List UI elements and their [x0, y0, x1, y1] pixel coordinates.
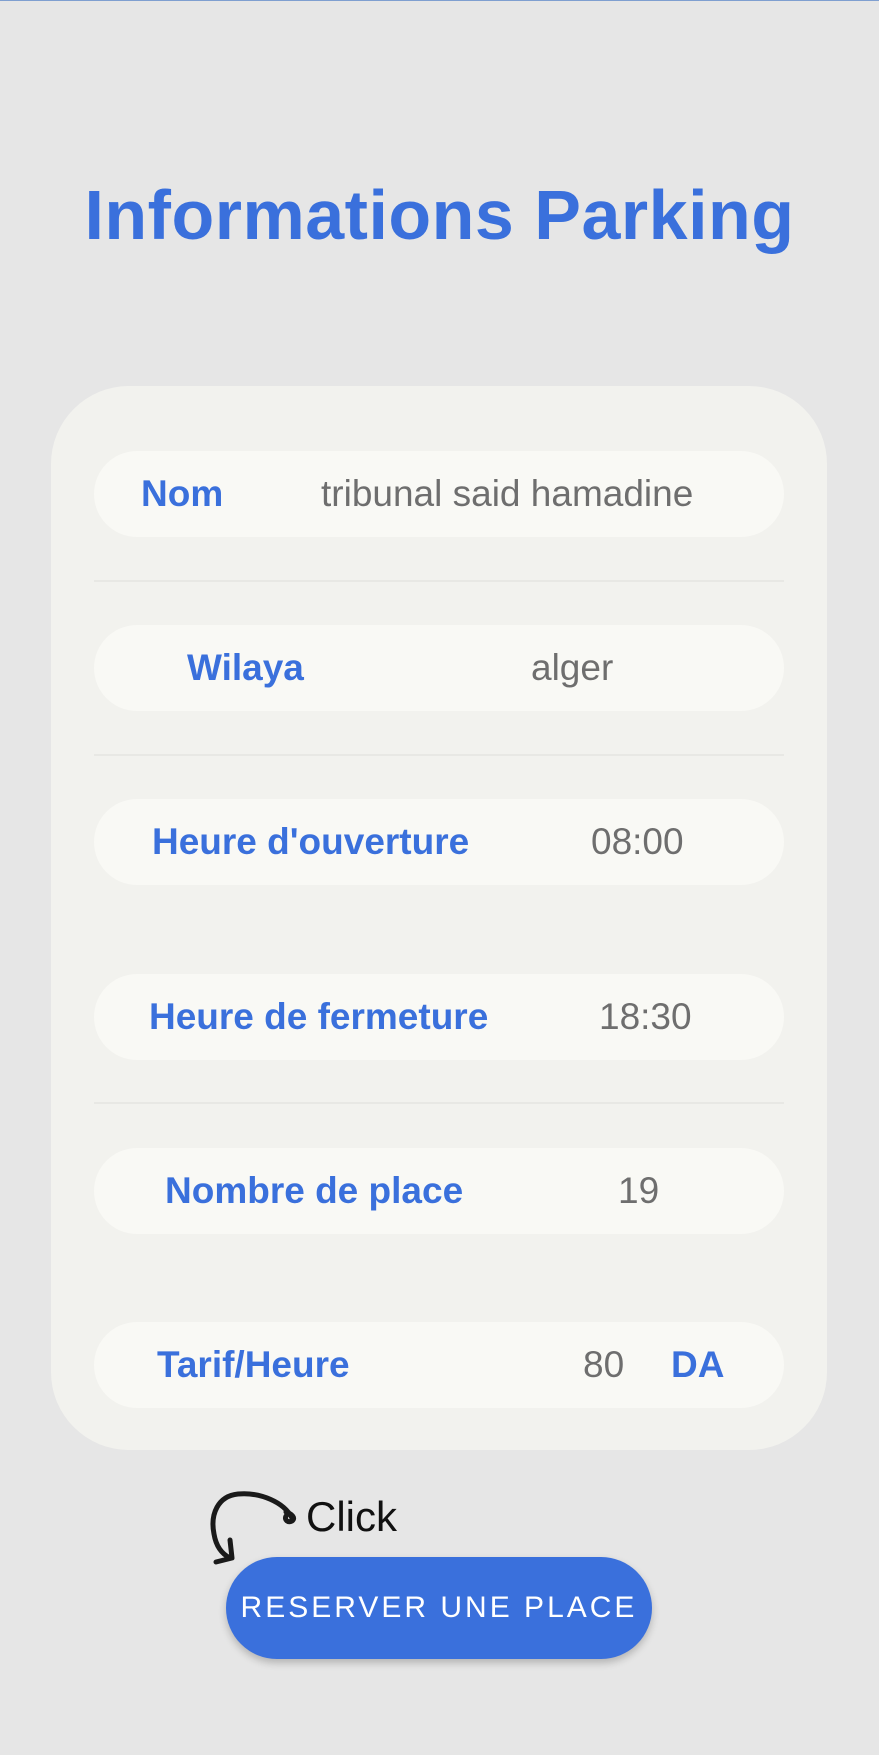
info-row-nom: Nom tribunal said hamadine	[94, 451, 784, 537]
divider	[94, 1102, 784, 1104]
heure-ouverture-value: 08:00	[591, 821, 684, 862]
curved-arrow-icon	[210, 1491, 297, 1565]
page-title: Informations Parking	[84, 176, 795, 254]
nombre-place-value: 19	[618, 1170, 660, 1211]
top-border	[0, 0, 879, 1]
heure-fermeture-value: 18:30	[599, 996, 692, 1037]
info-row-heure-ouverture: Heure d'ouverture 08:00	[94, 799, 784, 885]
tarif-value: 80	[583, 1344, 625, 1385]
wilaya-value: alger	[531, 647, 614, 688]
nom-value: tribunal said hamadine	[321, 473, 694, 514]
nombre-place-label: Nombre de place	[165, 1170, 464, 1211]
info-row-nombre-place: Nombre de place 19	[94, 1148, 784, 1234]
wilaya-label: Wilaya	[187, 647, 304, 688]
reserve-place-button[interactable]: RESERVER UNE PLACE	[226, 1557, 652, 1659]
heure-fermeture-label: Heure de fermeture	[149, 996, 489, 1037]
heure-ouverture-label: Heure d'ouverture	[152, 821, 470, 862]
info-row-heure-fermeture: Heure de fermeture 18:30	[94, 974, 784, 1060]
click-annotation-text: Click	[306, 1493, 397, 1540]
info-row-wilaya: Wilaya alger	[94, 625, 784, 711]
tarif-label: Tarif/Heure	[157, 1344, 350, 1385]
divider	[94, 754, 784, 756]
tarif-unit: DA	[671, 1344, 725, 1385]
nom-label: Nom	[141, 473, 224, 514]
info-row-tarif: Tarif/Heure 80 DA	[94, 1322, 784, 1408]
divider	[94, 580, 784, 582]
parking-info-card: Nom tribunal said hamadine Wilaya alger …	[51, 386, 827, 1450]
